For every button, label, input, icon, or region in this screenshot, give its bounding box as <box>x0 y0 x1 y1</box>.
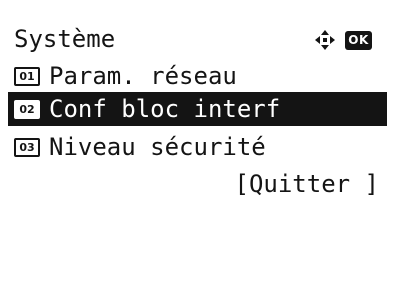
item-number-badge: 02 <box>14 100 40 119</box>
ok-key-badge: OK <box>345 31 372 50</box>
item-number-badge: 01 <box>14 67 40 86</box>
menu-item-label: Conf bloc interf <box>49 95 281 123</box>
quit-softkey[interactable]: [Quitter ] <box>235 163 380 206</box>
lcd-screen: Système OK 01 Param. réseau 02 Conf bloc… <box>0 0 395 212</box>
menu-item-conf-bloc-interf[interactable]: 02 Conf bloc interf <box>8 92 387 126</box>
four-way-arrow-icon <box>315 30 335 50</box>
footer-row: [Quitter ] <box>0 163 395 206</box>
item-number-badge: 03 <box>14 138 40 157</box>
